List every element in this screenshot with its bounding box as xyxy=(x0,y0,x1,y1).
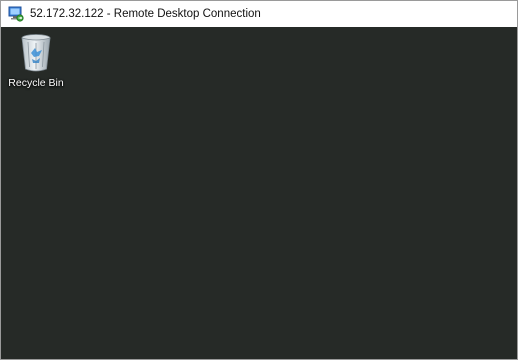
remote-desktop-window: 52.172.32.122 - Remote Desktop Connectio… xyxy=(0,0,518,360)
window-title: 52.172.32.122 - Remote Desktop Connectio… xyxy=(30,8,261,20)
recycle-bin-icon xyxy=(21,34,51,72)
remote-desktop-area[interactable]: Recycle Bin xyxy=(1,27,517,359)
remote-desktop-icon[interactable] xyxy=(8,6,24,22)
title-bar[interactable]: 52.172.32.122 - Remote Desktop Connectio… xyxy=(1,1,517,27)
desktop-icon-recycle-bin[interactable]: Recycle Bin xyxy=(5,31,67,93)
desktop-icon-label: Recycle Bin xyxy=(8,77,64,89)
